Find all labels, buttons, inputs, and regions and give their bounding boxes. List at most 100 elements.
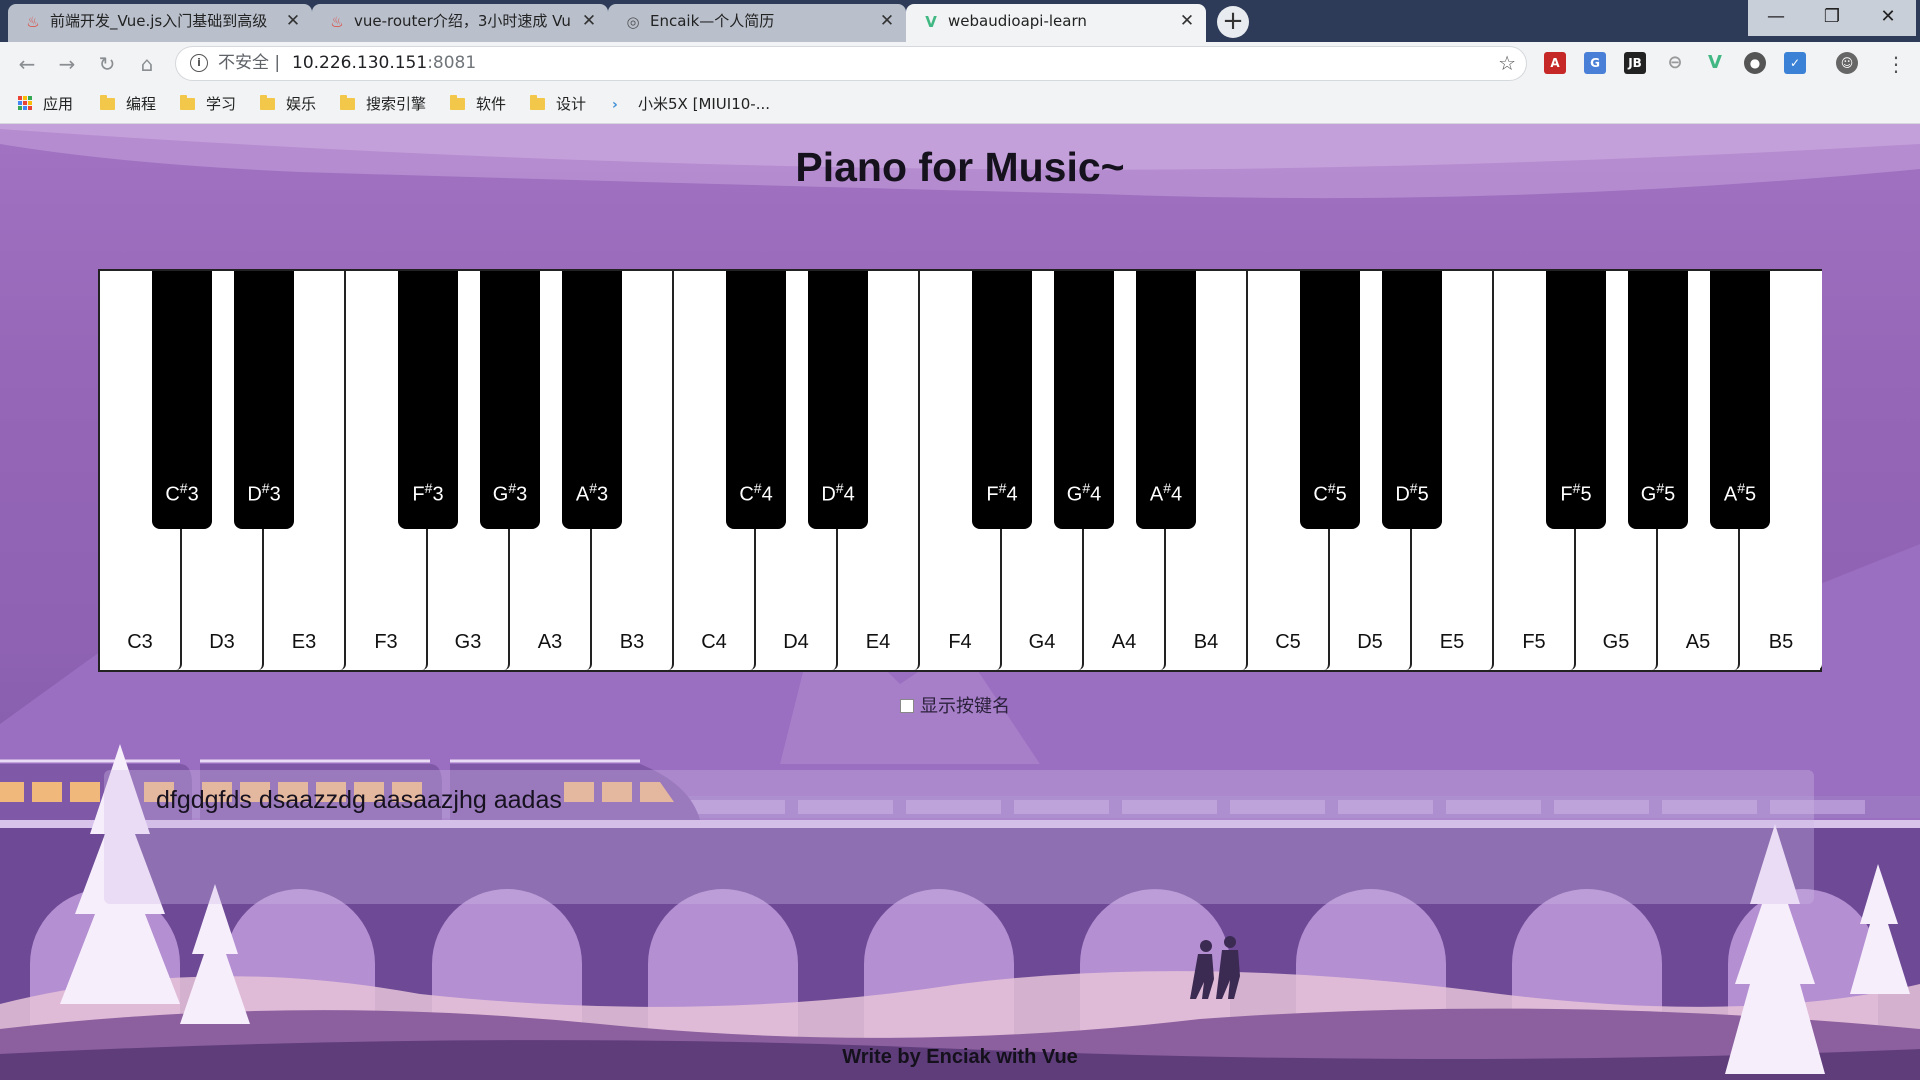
white-key-label: C4	[701, 631, 727, 653]
black-key[interactable]: D#3	[234, 271, 294, 529]
forward-arrow-icon[interactable]: →	[53, 50, 81, 78]
tab-title: webaudioapi-learn	[948, 12, 1087, 30]
black-key-label: D#5	[1395, 480, 1429, 506]
show-key-names-toggle[interactable]: 显示按键名	[900, 692, 1010, 718]
vue-devtools-icon[interactable]: V	[1704, 52, 1726, 74]
black-key-label: C#3	[165, 480, 199, 506]
white-key-label: A3	[537, 631, 563, 653]
bookmark-apps[interactable]: 应用	[18, 86, 73, 122]
pdf-extension-icon[interactable]: A	[1544, 52, 1566, 74]
show-key-names-label: 显示按键名	[920, 696, 1010, 717]
bookmark-folder[interactable]: 娱乐	[260, 86, 316, 122]
white-key-label: B4	[1193, 631, 1219, 653]
tab-close-icon[interactable]: ✕	[284, 4, 302, 38]
tab-close-icon[interactable]: ✕	[580, 4, 598, 38]
folder-icon	[340, 95, 355, 110]
white-key-label: F3	[374, 631, 398, 653]
bookmark-folder[interactable]: 编程	[100, 86, 156, 122]
black-key-label: A#4	[1149, 480, 1183, 506]
black-key[interactable]: F#4	[972, 271, 1032, 529]
tab-close-icon[interactable]: ✕	[878, 4, 896, 38]
black-key[interactable]: C#4	[726, 271, 786, 529]
url-text[interactable]: 10.226.130.151:8081	[292, 47, 476, 80]
white-key-label: G5	[1602, 631, 1630, 653]
tab-title: vue-router介绍，3小时速成 Vu	[354, 12, 571, 30]
tab-strip: ♨ 前端开发_Vue.js入门基础到高级 ✕ ♨ vue-router介绍，3小…	[0, 0, 1920, 42]
avatar[interactable]: ☺	[1836, 52, 1858, 74]
xiaomi-icon: ›	[612, 97, 618, 113]
black-key[interactable]: F#5	[1546, 271, 1606, 529]
black-key-label: A#3	[575, 480, 609, 506]
folder-icon	[450, 95, 465, 110]
block-extension-icon[interactable]: ⊖	[1664, 52, 1686, 74]
bookmark-folder[interactable]: 软件	[450, 86, 506, 122]
white-key-label: A5	[1685, 631, 1711, 653]
black-key[interactable]: G#4	[1054, 271, 1114, 529]
browser-tab-active[interactable]: V webaudioapi-learn ✕	[906, 4, 1206, 42]
black-key[interactable]: C#3	[152, 271, 212, 529]
black-key[interactable]: A#4	[1136, 271, 1196, 529]
security-label: 不安全 |	[218, 53, 281, 73]
bookmark-extension-icon[interactable]: ✓	[1784, 52, 1806, 74]
black-key-label: D#4	[821, 480, 855, 506]
tab-title: Encaik—个人简历	[650, 12, 775, 30]
black-key[interactable]: C#5	[1300, 271, 1360, 529]
info-icon[interactable]: i	[190, 54, 208, 72]
extension-badge-icon[interactable]: ●	[1744, 52, 1766, 74]
back-arrow-icon[interactable]: ←	[13, 50, 41, 78]
black-key[interactable]: A#3	[562, 271, 622, 529]
white-key-label: D5	[1357, 631, 1383, 653]
minimize-button[interactable]: —	[1748, 0, 1804, 36]
black-key-label: G#4	[1066, 480, 1102, 506]
black-key-label: F#5	[1560, 480, 1592, 506]
text-input-panel[interactable]: dfgdgfds dsaazzdg aasaazjhg aadas	[104, 770, 1814, 904]
browser-tab[interactable]: ◎ Encaik—个人简历 ✕	[608, 4, 906, 42]
black-key[interactable]: G#5	[1628, 271, 1688, 529]
browser-tab[interactable]: ♨ 前端开发_Vue.js入门基础到高级 ✕	[8, 4, 312, 42]
fire-icon: ♨	[26, 13, 40, 31]
bookmark-star-icon[interactable]: ☆	[1498, 47, 1516, 80]
bookmark-folder[interactable]: 设计	[530, 86, 586, 122]
vue-icon: V	[925, 13, 937, 31]
tab-title: 前端开发_Vue.js入门基础到高级	[50, 12, 268, 30]
folder-icon	[530, 95, 545, 110]
white-key-label: B3	[619, 631, 645, 653]
black-key[interactable]: F#3	[398, 271, 458, 529]
bookmark-folder[interactable]: 搜索引擎	[340, 86, 426, 122]
white-key-label: G4	[1028, 631, 1056, 653]
black-key[interactable]: D#5	[1382, 271, 1442, 529]
black-key-label: F#3	[412, 480, 444, 506]
browser-tab[interactable]: ♨ vue-router介绍，3小时速成 Vu ✕	[312, 4, 608, 42]
bookmark-folder[interactable]: 学习	[180, 86, 236, 122]
maximize-button[interactable]: ❐	[1804, 0, 1860, 36]
home-icon[interactable]: ⌂	[133, 50, 161, 78]
black-key[interactable]: A#5	[1710, 271, 1770, 529]
black-key-label: G#5	[1640, 480, 1676, 506]
menu-icon[interactable]: ⋮	[1882, 50, 1910, 78]
close-window-button[interactable]: ✕	[1860, 0, 1916, 36]
piano-keyboard: C3 D3 E3 F3 G3 A3 B3 C4 D4 E4 F4 G4 A4 B4 C5 D5 E5 F5 G5 A5…	[98, 269, 1822, 672]
black-key[interactable]: G#3	[480, 271, 540, 529]
footer-credit: Write by Enciak with Vue	[842, 1046, 1078, 1068]
translate-extension-icon[interactable]: G	[1584, 52, 1606, 74]
browser-toolbar: ← → ↻ ⌂ i 不安全 | 10.226.130.151:8081 ☆ A …	[0, 42, 1920, 86]
apps-grid-icon	[18, 96, 33, 111]
white-key-label: E4	[865, 631, 891, 653]
folder-icon	[260, 95, 275, 110]
white-key-label: E5	[1439, 631, 1465, 653]
black-key-label: D#3	[247, 480, 281, 506]
bookmarks-bar: 应用 编程 学习 娱乐 搜索引擎 软件 设计 › 小米5X [MIUI10-...	[0, 86, 1920, 124]
show-key-names-checkbox[interactable]	[900, 699, 914, 713]
jetbrains-extension-icon[interactable]: JB	[1624, 52, 1646, 74]
black-key[interactable]: D#4	[808, 271, 868, 529]
address-bar[interactable]: i 不安全 | 10.226.130.151:8081 ☆	[176, 47, 1526, 80]
white-key-label: D3	[209, 631, 235, 653]
new-tab-button[interactable]: +	[1217, 6, 1249, 38]
reload-icon[interactable]: ↻	[93, 50, 121, 78]
bookmark-link[interactable]: › 小米5X [MIUI10-...	[612, 86, 770, 122]
tab-close-icon[interactable]: ✕	[1178, 4, 1196, 38]
black-key-label: G#3	[492, 480, 528, 506]
globe-icon: ◎	[626, 13, 640, 31]
white-key-label: C3	[127, 631, 153, 653]
white-key-label: D4	[783, 631, 809, 653]
